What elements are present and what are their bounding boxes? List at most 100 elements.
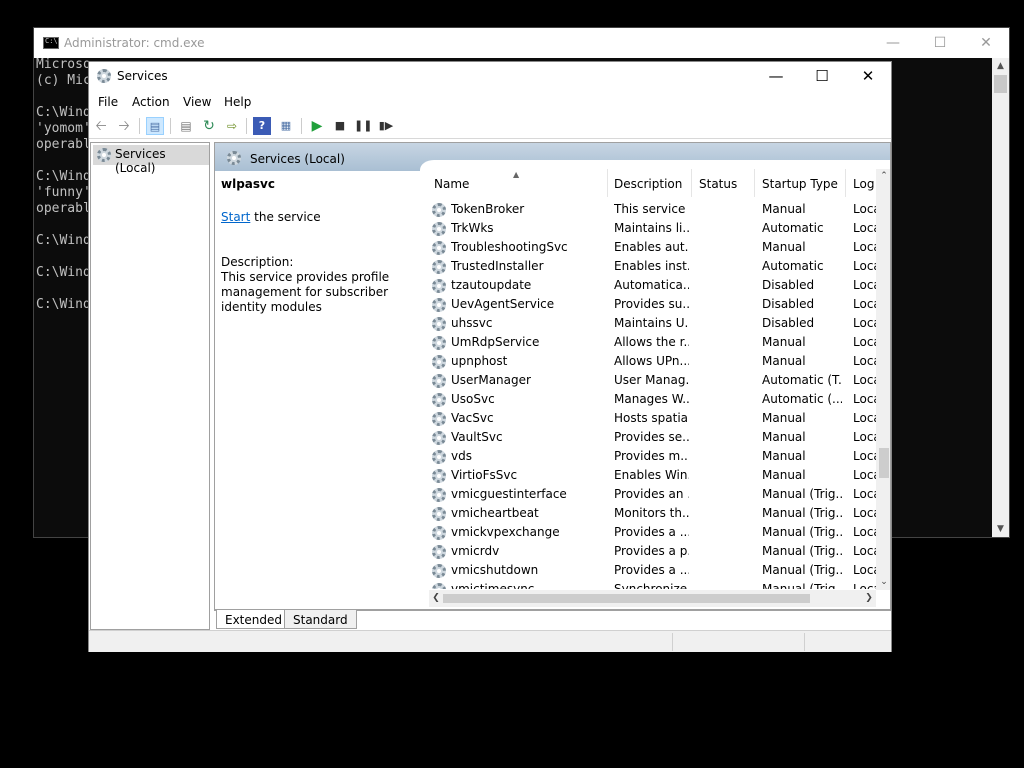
cmd-maximize-button[interactable]: ☐ xyxy=(917,28,963,58)
service-row[interactable]: VaultSvc Provides se... Manual Loca xyxy=(429,428,876,447)
service-name-cell: upnphost xyxy=(451,354,508,368)
menu-help[interactable]: Help xyxy=(224,95,251,109)
service-row[interactable]: UmRdpService Allows the r... Manual Loca xyxy=(429,333,876,352)
list-hscroll-thumb[interactable] xyxy=(443,594,810,603)
service-row[interactable]: VacSvc Hosts spatia... Manual Loca xyxy=(429,409,876,428)
cmd-vertical-scrollbar[interactable]: ▲ ▼ xyxy=(992,58,1009,537)
restart-service-icon[interactable]: ▮▶ xyxy=(377,117,395,135)
service-description-cell: User Manag... xyxy=(614,373,689,387)
list-vertical-scrollbar[interactable]: ⌃ ⌄ xyxy=(876,169,890,590)
console-tree-icon[interactable]: ▤ xyxy=(146,117,164,135)
service-name-cell: vmicguestinterface xyxy=(451,487,567,501)
tab-standard[interactable]: Standard xyxy=(284,610,357,629)
service-row[interactable]: vmickvpexchange Provides a ... Manual (Tri… xyxy=(429,523,876,542)
services-window-title: Services xyxy=(117,69,168,83)
service-gear-icon xyxy=(432,355,446,369)
scroll-right-icon[interactable]: ❯ xyxy=(862,590,876,607)
list-vscroll-thumb[interactable] xyxy=(879,448,889,478)
service-log-on-cell: Loca xyxy=(853,392,876,406)
service-name-cell: VirtioFsSvc xyxy=(451,468,518,482)
service-description-cell: Synchronize... xyxy=(614,582,689,589)
service-startup-type-cell: Manual xyxy=(762,468,806,482)
service-gear-icon xyxy=(432,469,446,483)
menu-view[interactable]: View xyxy=(183,95,211,109)
service-description: This service provides profile management… xyxy=(221,270,390,314)
service-name-cell: UsoSvc xyxy=(451,392,495,406)
properties-icon[interactable]: ▤ xyxy=(177,117,195,135)
menu-action[interactable]: Action xyxy=(132,95,170,109)
cmd-minimize-button[interactable]: — xyxy=(870,28,916,58)
service-row[interactable]: vmicheartbeat Monitors th... Manual (Trig.… xyxy=(429,504,876,523)
service-row[interactable]: vmicrdv Provides a p... Manual (Trig... Loc… xyxy=(429,542,876,561)
service-gear-icon xyxy=(432,279,446,293)
tree-item-services-local[interactable]: Services (Local) xyxy=(93,145,209,175)
service-name-cell: uhssvc xyxy=(451,316,493,330)
service-row[interactable]: TrkWks Maintains li... Automatic Loca xyxy=(429,219,876,238)
tab-extended[interactable]: Extended xyxy=(216,610,291,629)
service-gear-icon xyxy=(432,336,446,350)
back-arrow-icon[interactable]: 🡠 xyxy=(92,117,110,135)
service-log-on-cell: Loca xyxy=(853,373,876,387)
service-row[interactable]: vmicguestinterface Provides an ... Manual … xyxy=(429,485,876,504)
refresh-icon[interactable]: ↻ xyxy=(200,117,218,135)
service-row[interactable]: vmicshutdown Provides a ... Manual (Trig..… xyxy=(429,561,876,580)
pane-header-title: Services (Local) xyxy=(250,152,345,166)
scroll-down-icon[interactable]: ▼ xyxy=(992,521,1009,537)
console-line: 'yomom' xyxy=(36,121,91,136)
services-list[interactable]: ▲ Name Description Status Startup Type L… xyxy=(429,169,876,589)
column-header-description[interactable]: Description xyxy=(614,177,682,191)
services-maximize-button[interactable]: ☐ xyxy=(799,62,845,91)
service-row[interactable]: vds Provides m... Manual Loca xyxy=(429,447,876,466)
service-gear-icon xyxy=(432,260,446,274)
service-row[interactable]: TroubleshootingSvc Enables aut... Manual Lo… xyxy=(429,238,876,257)
cmd-titlebar[interactable]: Administrator: cmd.exe — ☐ ✕ xyxy=(34,28,1009,58)
service-row[interactable]: tzautoupdate Automatica... Disabled Loca xyxy=(429,276,876,295)
service-row[interactable]: uhssvc Maintains U... Disabled Loca xyxy=(429,314,876,333)
service-startup-type-cell: Manual xyxy=(762,335,806,349)
scroll-up-icon[interactable]: ▲ xyxy=(992,58,1009,74)
service-name-cell: vds xyxy=(451,449,472,463)
menu-file[interactable]: File xyxy=(98,95,118,109)
start-service-icon[interactable]: ▶ xyxy=(308,117,326,135)
show-hide-action-pane-icon[interactable]: ▦ xyxy=(277,117,295,135)
column-header-name[interactable]: Name xyxy=(434,177,469,191)
service-row[interactable]: UsoSvc Manages W... Automatic (... Loca xyxy=(429,390,876,409)
service-startup-type-cell: Manual (Trig... xyxy=(762,487,842,501)
service-row[interactable]: TrustedInstaller Enables inst... Automatic… xyxy=(429,257,876,276)
service-log-on-cell: Loca xyxy=(853,430,876,444)
column-header-status[interactable]: Status xyxy=(699,177,737,191)
service-description-cell: Enables aut... xyxy=(614,240,689,254)
cmd-app-icon xyxy=(43,37,59,49)
services-gear-icon xyxy=(227,151,241,165)
services-close-button[interactable]: ✕ xyxy=(845,62,891,91)
help-icon[interactable]: ? xyxy=(253,117,271,135)
cmd-scroll-thumb[interactable] xyxy=(994,75,1007,93)
console-tree: Services (Local) xyxy=(90,142,210,630)
service-row[interactable]: UserManager User Manag... Automatic (T... L… xyxy=(429,371,876,390)
service-startup-type-cell: Manual (Trig... xyxy=(762,544,842,558)
service-row[interactable]: VirtioFsSvc Enables Win... Manual Loca xyxy=(429,466,876,485)
services-titlebar[interactable]: Services — ☐ ✕ xyxy=(89,62,891,91)
stop-service-icon[interactable]: ■ xyxy=(331,117,349,135)
service-row[interactable]: upnphost Allows UPn... Manual Loca xyxy=(429,352,876,371)
column-header-startup-type[interactable]: Startup Type xyxy=(762,177,838,191)
cmd-close-button[interactable]: ✕ xyxy=(963,28,1009,58)
list-horizontal-scrollbar[interactable]: ❮ ❯ xyxy=(429,590,876,607)
services-minimize-button[interactable]: — xyxy=(753,62,799,91)
pause-service-icon[interactable]: ❚❚ xyxy=(354,117,372,135)
export-list-icon[interactable]: ⇨ xyxy=(223,117,241,135)
service-row[interactable]: TokenBroker This service ... Manual Loca xyxy=(429,200,876,219)
service-name-cell: TroubleshootingSvc xyxy=(451,240,568,254)
column-header-log-on-as[interactable]: Log xyxy=(853,177,874,191)
scroll-up-icon[interactable]: ⌃ xyxy=(876,169,890,184)
service-startup-type-cell: Disabled xyxy=(762,297,815,311)
scroll-down-icon[interactable]: ⌄ xyxy=(876,575,890,590)
service-description-cell: Allows the r... xyxy=(614,335,689,349)
start-service-link[interactable]: Start xyxy=(221,210,250,224)
scroll-left-icon[interactable]: ❮ xyxy=(429,590,443,607)
console-line: (c) Mic xyxy=(36,73,91,88)
forward-arrow-icon[interactable]: 🡢 xyxy=(115,117,133,135)
service-row[interactable]: vmictimesync Synchronize... Manual (Trig..… xyxy=(429,580,876,589)
service-row[interactable]: UevAgentService Provides su... Disabled Loc… xyxy=(429,295,876,314)
service-startup-type-cell: Automatic (... xyxy=(762,392,842,406)
